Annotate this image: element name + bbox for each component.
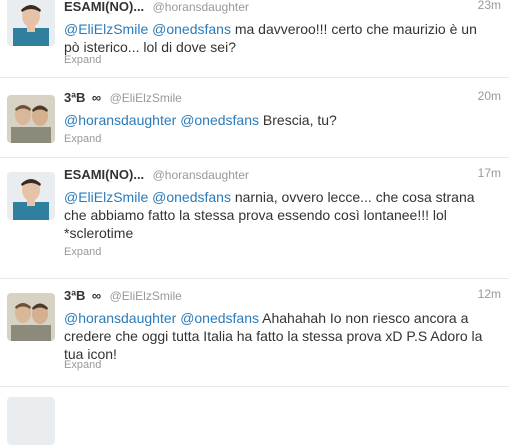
tweet-timestamp[interactable]: 17m	[478, 166, 501, 180]
avatar[interactable]	[7, 0, 55, 46]
tweet-username[interactable]: @EliElzSmile	[110, 289, 182, 303]
mention-link[interactable]: @EliElzSmile	[64, 21, 148, 37]
tweet-timestamp[interactable]: 23m	[478, 0, 501, 12]
mention-link[interactable]: @onedsfans	[152, 21, 231, 37]
tweet-fullname[interactable]: 3ªB	[64, 90, 85, 105]
mention-link[interactable]: @onedsfans	[180, 310, 259, 326]
tweet-item[interactable]: 3ªB ∞ @EliElzSmile 20m @horansdaughter @…	[0, 81, 509, 158]
tweet-item[interactable]: ESAMI(NO)... @horansdaughter 17m @EliElz…	[0, 158, 509, 279]
avatar[interactable]	[7, 397, 55, 445]
mention-link[interactable]: @horansdaughter	[64, 310, 176, 326]
tweet-username[interactable]: @horansdaughter	[153, 0, 249, 14]
tweet-item[interactable]	[0, 387, 509, 445]
tweet-header: ESAMI(NO)... @horansdaughter 23m	[64, 0, 501, 16]
infinity-icon: ∞	[91, 288, 102, 303]
tweet-fullname[interactable]: ESAMI(NO)...	[64, 0, 144, 14]
mention-link[interactable]: @onedsfans	[180, 112, 259, 128]
tweet-header: 3ªB ∞ @EliElzSmile 20m	[64, 89, 501, 107]
tweet-timestamp[interactable]: 20m	[478, 89, 501, 103]
expand-link[interactable]: Expand	[64, 359, 101, 371]
tweet-text: @horansdaughter @onedsfans Brescia, tu?	[64, 111, 495, 129]
tweet-username[interactable]: @EliElzSmile	[110, 91, 182, 105]
tweet-item[interactable]: ESAMI(NO)... @horansdaughter 23m @EliElz…	[0, 0, 509, 78]
avatar[interactable]	[7, 95, 55, 143]
tweet-body: Brescia, tu?	[259, 112, 337, 128]
mention-link[interactable]: @horansdaughter	[64, 112, 176, 128]
tweet-item[interactable]: 3ªB ∞ @EliElzSmile 12m @horansdaughter @…	[0, 279, 509, 387]
expand-link[interactable]: Expand	[64, 133, 101, 145]
tweet-text: @EliElzSmile @onedsfans ma davveroo!!! c…	[64, 20, 495, 56]
expand-link[interactable]: Expand	[64, 54, 101, 66]
tweet-text: @EliElzSmile @onedsfans narnia, ovvero l…	[64, 188, 495, 242]
tweet-header: ESAMI(NO)... @horansdaughter 17m	[64, 166, 501, 184]
mention-link[interactable]: @onedsfans	[152, 189, 231, 205]
tweet-fullname[interactable]: 3ªB	[64, 288, 85, 303]
tweet-timestamp[interactable]: 12m	[478, 287, 501, 301]
tweet-timeline: ESAMI(NO)... @horansdaughter 23m @EliElz…	[0, 0, 509, 445]
tweet-text: @horansdaughter @onedsfans Ahahahah Io n…	[64, 309, 495, 363]
expand-link[interactable]: Expand	[64, 246, 101, 258]
tweet-header: 3ªB ∞ @EliElzSmile 12m	[64, 287, 501, 305]
avatar[interactable]	[7, 293, 55, 341]
mention-link[interactable]: @EliElzSmile	[64, 189, 148, 205]
infinity-icon: ∞	[91, 90, 102, 105]
tweet-username[interactable]: @horansdaughter	[153, 168, 249, 182]
avatar[interactable]	[7, 172, 55, 220]
tweet-fullname[interactable]: ESAMI(NO)...	[64, 167, 144, 182]
